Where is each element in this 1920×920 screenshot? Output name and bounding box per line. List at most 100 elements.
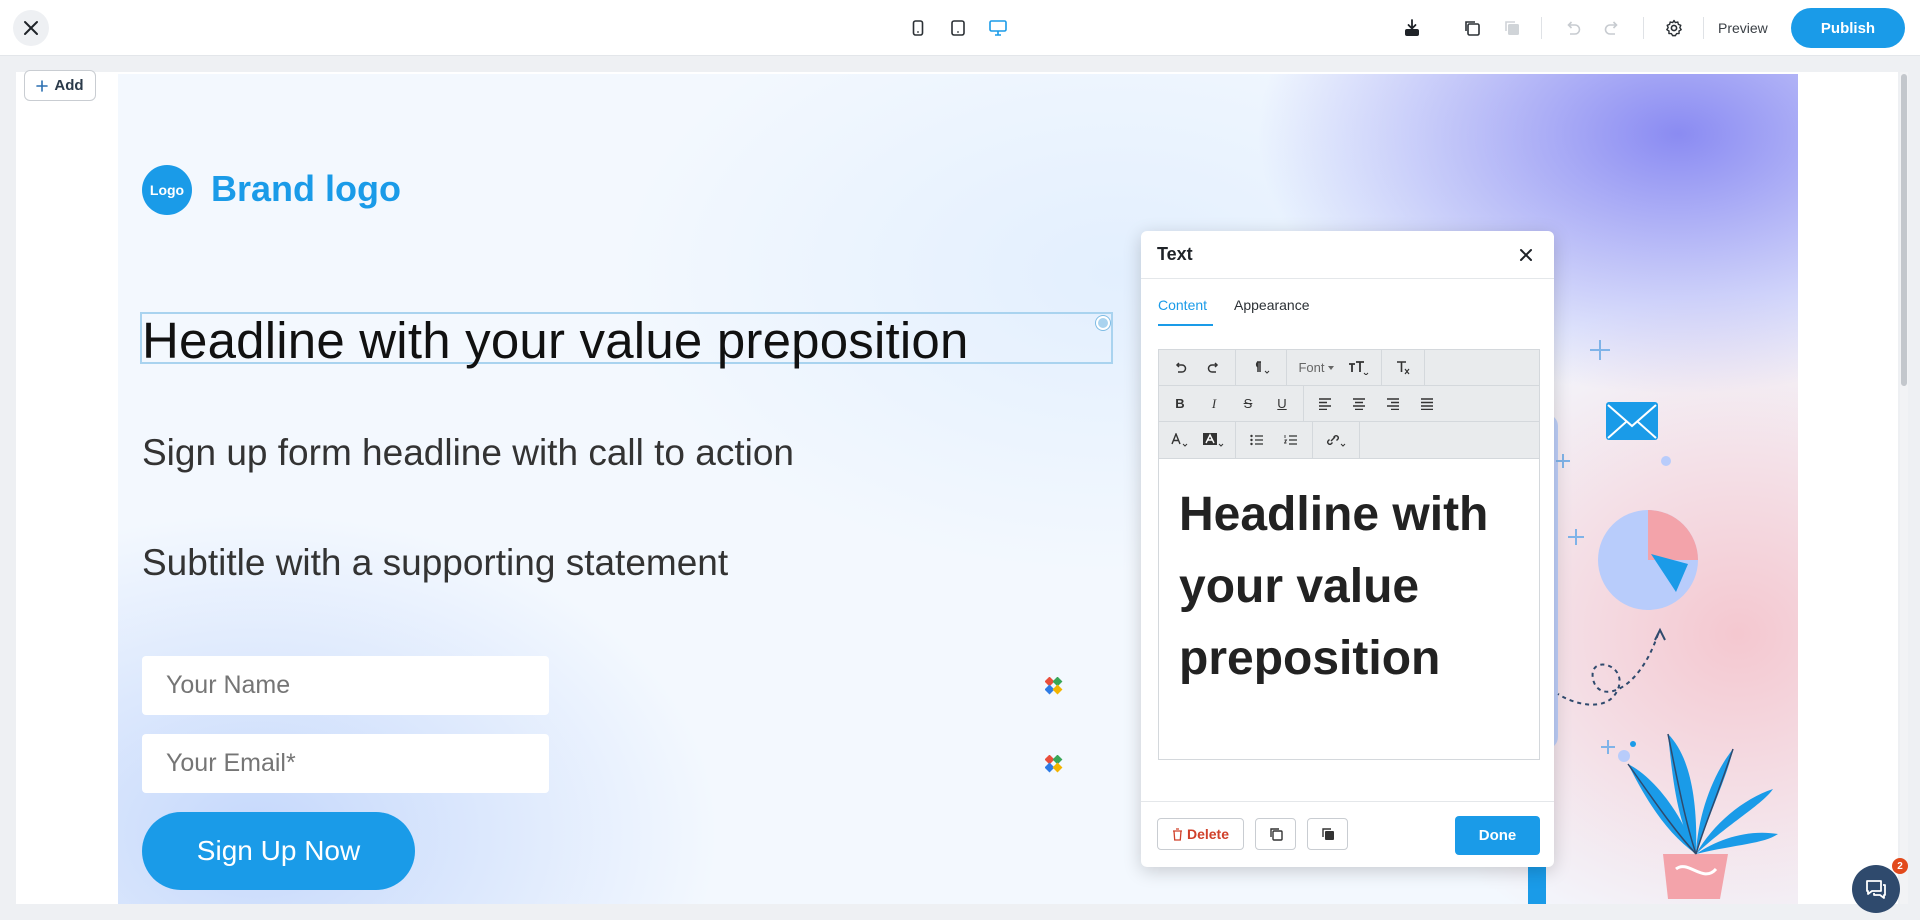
bold-icon: B [1175, 396, 1185, 411]
tablet-icon [951, 20, 965, 36]
close-panel-button[interactable] [1511, 240, 1541, 270]
redo-icon [1207, 361, 1219, 373]
resize-handle[interactable] [1096, 316, 1110, 330]
italic-button[interactable]: I [1201, 390, 1227, 418]
tab-appearance[interactable]: Appearance [1234, 297, 1310, 313]
notification-badge: 2 [1892, 858, 1908, 874]
bullet-list-icon [1250, 434, 1263, 446]
logo-badge[interactable]: Logo [142, 165, 192, 215]
toolbar-row: Font [1159, 349, 1539, 386]
align-center-button[interactable] [1346, 390, 1372, 418]
undo-icon [1567, 21, 1581, 35]
chevron-down-icon [1327, 365, 1334, 370]
tab-content[interactable]: Content [1158, 297, 1207, 313]
rich-text-toolbar: Font B I S U [1158, 349, 1540, 459]
support-chat-button[interactable] [1852, 865, 1900, 913]
font-dropdown-label: Font [1298, 360, 1325, 375]
toolbar-divider [1541, 17, 1542, 39]
name-field[interactable] [142, 656, 549, 715]
settings-button[interactable] [1662, 16, 1686, 40]
sign-up-button[interactable]: Sign Up Now [142, 812, 415, 890]
numbered-list-button[interactable] [1278, 426, 1304, 454]
device-switcher [906, 16, 1010, 40]
clear-format-icon [1397, 360, 1410, 374]
align-left-icon [1319, 397, 1331, 410]
phone-icon [912, 20, 924, 36]
page-headline[interactable]: Headline with your value preposition [142, 311, 969, 370]
align-left-button[interactable] [1312, 390, 1338, 418]
clear-formatting-button[interactable] [1390, 354, 1416, 382]
top-toolbar: Preview Publish [0, 0, 1920, 56]
gear-icon [1666, 19, 1682, 37]
trash-icon [1172, 827, 1182, 841]
undo-text-button[interactable] [1167, 354, 1193, 382]
numbered-list-icon [1284, 435, 1297, 445]
paragraph-format-dropdown[interactable] [1244, 354, 1278, 382]
toolbar-divider [1235, 349, 1236, 386]
text-color-dropdown[interactable] [1167, 426, 1193, 454]
undo-icon [1175, 361, 1187, 373]
duplicate-button[interactable] [1255, 818, 1296, 850]
tablet-view-button[interactable] [946, 16, 970, 40]
mobile-view-button[interactable] [906, 16, 930, 40]
align-justify-icon [1421, 397, 1433, 410]
highlight-color-dropdown[interactable] [1201, 426, 1227, 454]
strikethrough-button[interactable]: S [1235, 390, 1261, 418]
text-color-icon [1171, 433, 1188, 447]
text-settings-panel: Text Content Appearance Font B I S U Hea… [1141, 231, 1554, 867]
delete-label: Delete [1186, 826, 1230, 842]
toolbar-row: B I S U [1159, 385, 1539, 422]
save-button[interactable] [1400, 16, 1424, 40]
bullet-list-button[interactable] [1244, 426, 1270, 454]
chat-icon [1866, 880, 1886, 899]
strikethrough-icon: S [1243, 396, 1253, 411]
close-icon [24, 21, 38, 35]
align-right-button[interactable] [1380, 390, 1406, 418]
autofill-icon [1045, 755, 1063, 773]
canvas-scrollbar[interactable] [1901, 74, 1907, 386]
font-family-dropdown[interactable]: Font [1295, 354, 1337, 382]
underline-icon: U [1277, 396, 1287, 411]
undo-button[interactable] [1561, 16, 1585, 40]
email-field[interactable] [142, 734, 549, 793]
toolbar-divider [1381, 349, 1382, 386]
publish-button[interactable]: Publish [1791, 8, 1905, 48]
underline-button[interactable]: U [1269, 390, 1295, 418]
close-icon [1520, 249, 1532, 261]
autofill-icon [1045, 677, 1063, 695]
done-button[interactable]: Done [1455, 816, 1540, 855]
form-headline[interactable]: Sign up form headline with call to actio… [142, 432, 794, 474]
link-icon [1327, 435, 1346, 447]
desktop-icon [989, 20, 1007, 36]
copy-style-button[interactable] [1307, 818, 1348, 850]
toolbar-divider [1643, 17, 1644, 39]
close-editor-button[interactable] [13, 10, 49, 46]
plus-icon [36, 79, 49, 92]
text-editor-area[interactable]: Headline with your value preposition [1158, 459, 1540, 760]
insert-link-dropdown[interactable] [1321, 426, 1351, 454]
italic-icon: I [1211, 395, 1217, 411]
preview-button[interactable]: Preview [1718, 16, 1768, 40]
toolbar-divider [1359, 422, 1360, 458]
panel-title: Text [1157, 244, 1193, 264]
download-icon [1405, 19, 1419, 36]
paste-button[interactable] [1500, 16, 1524, 40]
subtitle-text[interactable]: Subtitle with a supporting statement [142, 542, 728, 584]
paste-icon [1321, 828, 1334, 840]
paragraph-icon [1255, 360, 1270, 374]
delete-button[interactable]: Delete [1157, 818, 1244, 850]
active-tab-indicator [1158, 324, 1213, 326]
copy-button[interactable] [1460, 16, 1484, 40]
desktop-view-button[interactable] [986, 16, 1010, 40]
justify-button[interactable] [1414, 390, 1440, 418]
redo-button[interactable] [1600, 16, 1624, 40]
toolbar-divider [1303, 385, 1304, 422]
bold-button[interactable]: B [1167, 390, 1193, 418]
brand-name[interactable]: Brand logo [211, 168, 401, 210]
font-size-dropdown[interactable] [1345, 354, 1373, 382]
redo-text-button[interactable] [1201, 354, 1227, 382]
add-element-button[interactable]: Add [24, 70, 96, 101]
panel-divider [1141, 801, 1554, 802]
align-right-icon [1387, 397, 1399, 410]
redo-icon [1604, 21, 1618, 35]
